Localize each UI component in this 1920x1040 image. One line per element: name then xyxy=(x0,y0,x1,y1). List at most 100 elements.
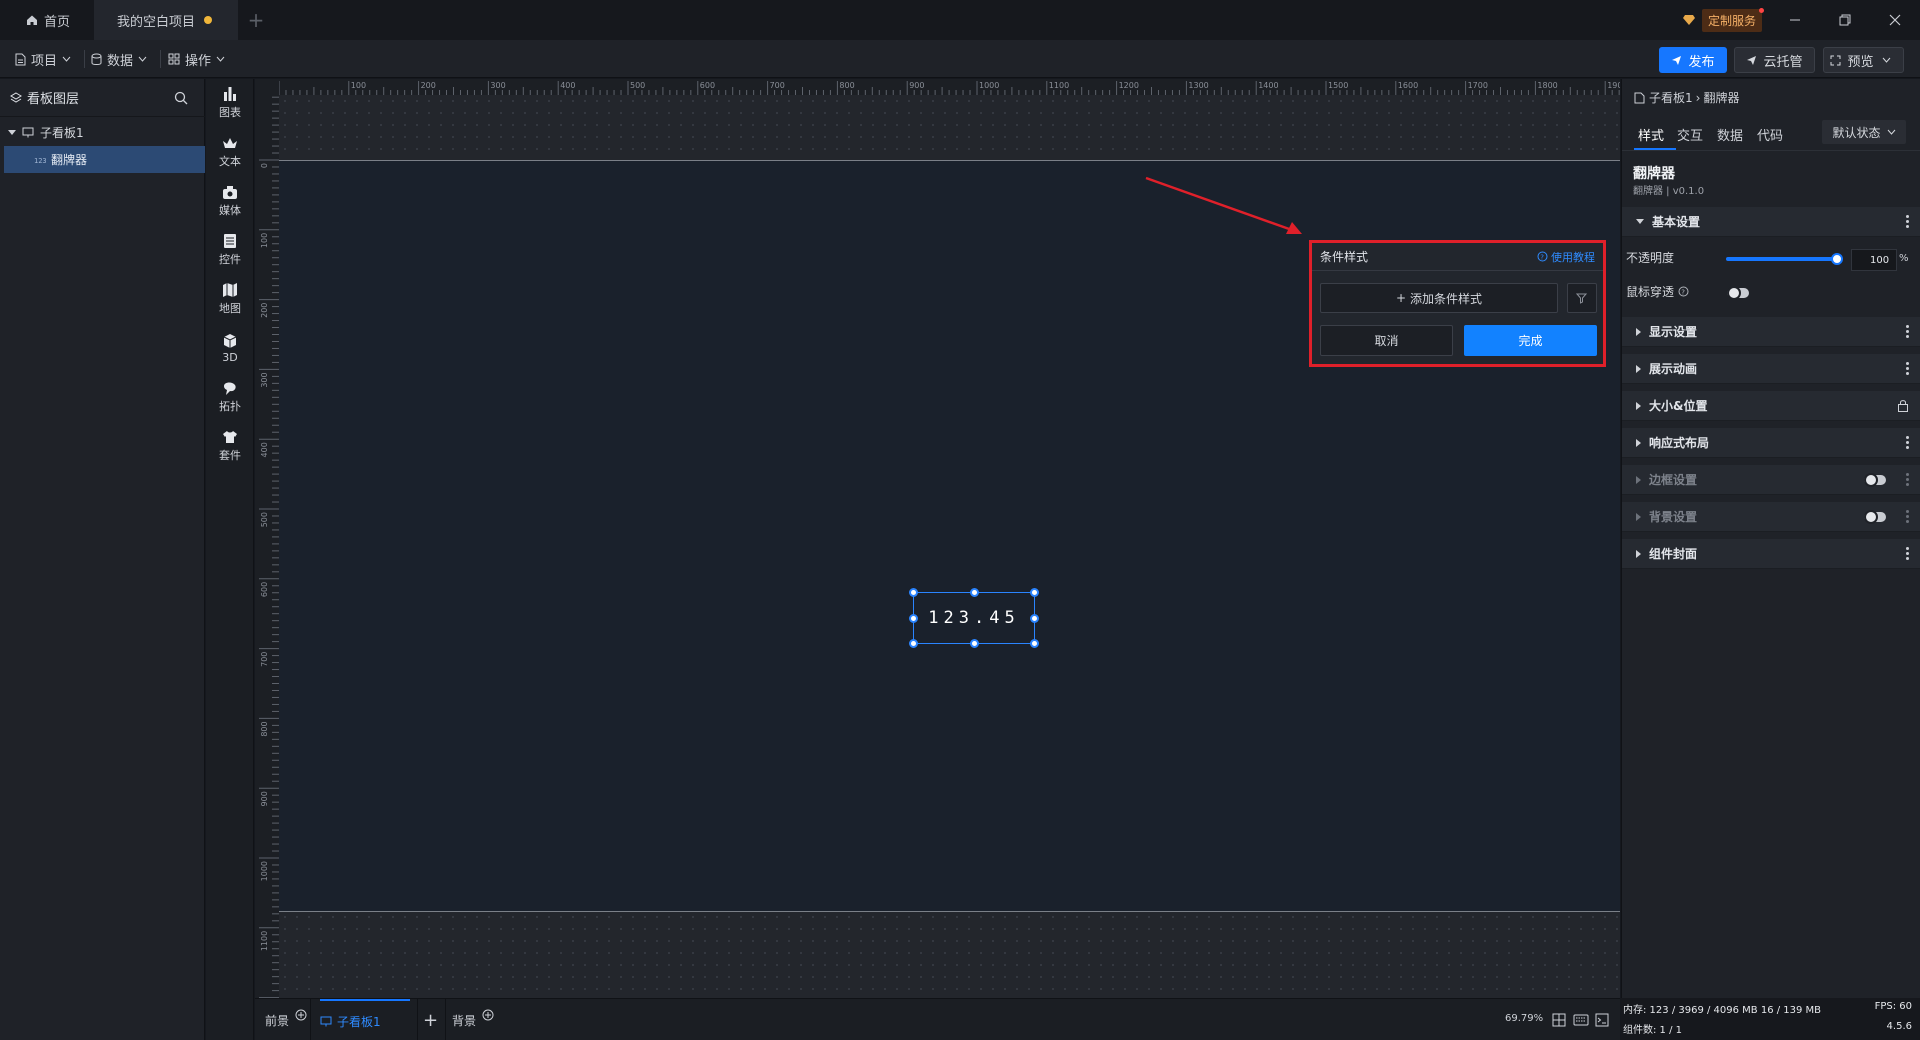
section-border[interactable]: 边框设置 xyxy=(1622,465,1920,495)
section-basic[interactable]: 基本设置 xyxy=(1622,207,1920,237)
tab-background[interactable]: 背景 xyxy=(452,999,494,1040)
caret-right-icon xyxy=(1636,475,1641,484)
ruler-tick-label: 1300 xyxy=(1188,81,1208,90)
clear-filter-button[interactable] xyxy=(1567,283,1597,313)
library-item-topology[interactable]: 拓扑 xyxy=(206,373,254,421)
condition-style-popover: 条件样式 ? 使用教程 + 添加条件样式 取消 完成 xyxy=(1309,240,1606,367)
more-icon[interactable] xyxy=(1906,325,1909,338)
breadcrumb-parent[interactable]: 子看板1 xyxy=(1649,89,1693,106)
section-responsive[interactable]: 响应式布局 xyxy=(1622,428,1920,458)
ruler-tick-label: 900 xyxy=(260,791,269,806)
popover-header: 条件样式 ? 使用教程 xyxy=(1312,243,1603,271)
library-item-text[interactable]: 文本 xyxy=(206,128,254,176)
border-toggle[interactable] xyxy=(1864,473,1886,487)
media-icon xyxy=(223,186,237,199)
opacity-slider[interactable] xyxy=(1726,257,1838,261)
tab-interaction[interactable]: 交互 xyxy=(1677,125,1703,144)
resize-handle[interactable] xyxy=(909,588,918,597)
canvas-area[interactable]: 100 200 300 400 500 600 700 800 900 1000 1100 1200 1… xyxy=(255,79,1620,998)
more-icon[interactable] xyxy=(1906,362,1909,375)
ruler-tick-label: 200 xyxy=(421,81,436,90)
done-button[interactable]: 完成 xyxy=(1464,325,1597,356)
tab-foreground[interactable]: 前景 xyxy=(265,999,307,1040)
resize-handle[interactable] xyxy=(1030,639,1039,648)
grid-icon xyxy=(168,53,180,65)
menu-project[interactable]: 项目 xyxy=(14,49,76,69)
preview-button[interactable]: 预览 xyxy=(1823,47,1904,73)
search-icon[interactable] xyxy=(174,91,188,105)
custom-service-button[interactable]: 定制服务 xyxy=(1678,7,1768,32)
cloud-hosting-button[interactable]: 云托管 xyxy=(1734,47,1815,73)
keyboard-icon[interactable] xyxy=(1573,1013,1589,1027)
ruler-tick-label: 700 xyxy=(260,652,269,667)
close-button[interactable] xyxy=(1870,0,1920,40)
restore-button[interactable] xyxy=(1820,0,1870,40)
library-item-chart[interactable]: 图表 xyxy=(206,79,254,127)
section-size-position[interactable]: 大小&位置 xyxy=(1622,391,1920,421)
more-icon[interactable] xyxy=(1906,547,1909,560)
resize-handle[interactable] xyxy=(970,588,979,597)
tab-code[interactable]: 代码 xyxy=(1757,125,1783,144)
popover-title: 条件样式 xyxy=(1320,250,1369,264)
add-circle-icon[interactable] xyxy=(482,1009,494,1021)
layer-item-flipper[interactable]: 123 翻牌器 xyxy=(4,146,205,173)
cancel-button[interactable]: 取消 xyxy=(1320,325,1453,356)
publish-button[interactable]: 发布 xyxy=(1659,47,1727,73)
menu-data[interactable]: 数据 xyxy=(91,49,152,69)
zoom-level[interactable]: 69.79% xyxy=(1505,1013,1543,1024)
flipper-widget[interactable]: 123.45 xyxy=(909,588,1039,648)
fit-screen-icon[interactable] xyxy=(1552,1013,1566,1027)
menu-operate-label: 操作 xyxy=(185,53,212,69)
background-toggle[interactable] xyxy=(1864,510,1886,524)
library-item-control[interactable]: 控件 xyxy=(206,226,254,274)
more-icon[interactable] xyxy=(1906,510,1909,523)
tab-board[interactable]: 子看板1 xyxy=(320,999,410,1040)
opacity-input[interactable]: 100 xyxy=(1851,249,1897,271)
add-tab-button[interactable]: + xyxy=(246,0,266,40)
state-select[interactable]: 默认状态 xyxy=(1822,120,1906,144)
help-icon[interactable]: ? xyxy=(1678,286,1689,297)
resize-handle[interactable] xyxy=(1030,588,1039,597)
resize-handle[interactable] xyxy=(909,614,918,623)
layers-title: 看板图层 xyxy=(27,92,80,107)
add-circle-icon[interactable] xyxy=(295,1009,307,1021)
library-item-kit[interactable]: 套件 xyxy=(206,422,254,470)
vertical-ruler[interactable]: 0 100 200 300 400 500 600 700 800 900 1000 1100 xyxy=(255,95,279,998)
section-cover[interactable]: 组件封面 xyxy=(1622,539,1920,569)
mouse-through-toggle[interactable] xyxy=(1727,286,1749,300)
section-display[interactable]: 显示设置 xyxy=(1622,317,1920,347)
horizontal-ruler[interactable]: 100 200 300 400 500 600 700 800 900 1000 1100 1200 1… xyxy=(279,79,1620,95)
tab-style[interactable]: 样式 xyxy=(1638,125,1664,144)
section-label: 基本设置 xyxy=(1652,215,1701,229)
kit-icon xyxy=(223,431,237,443)
caret-right-icon xyxy=(1636,549,1641,558)
tab-project[interactable]: 我的空白项目 xyxy=(94,0,238,40)
more-icon[interactable] xyxy=(1906,215,1909,228)
more-icon[interactable] xyxy=(1906,473,1909,486)
library-item-map[interactable]: 地图 xyxy=(206,275,254,323)
library-item-media[interactable]: 媒体 xyxy=(206,177,254,225)
resize-handle[interactable] xyxy=(909,639,918,648)
fps-status: FPS: 60 xyxy=(1874,1001,1912,1012)
add-board-button[interactable]: + xyxy=(423,999,438,1040)
terminal-icon[interactable] xyxy=(1595,1013,1609,1027)
resize-handle[interactable] xyxy=(1030,614,1039,623)
layer-item-board[interactable]: 子看板1 xyxy=(4,119,205,146)
tab-data[interactable]: 数据 xyxy=(1717,125,1743,144)
caret-right-icon xyxy=(1636,512,1641,521)
menu-operate[interactable]: 操作 xyxy=(168,49,230,69)
tab-home[interactable]: 首页 xyxy=(0,0,94,40)
library-item-3d[interactable]: 3D xyxy=(206,324,254,372)
minimize-button[interactable] xyxy=(1770,0,1820,40)
bar-chart-icon xyxy=(224,87,236,101)
lock-icon[interactable] xyxy=(1897,399,1909,412)
ruler-tick-label: 1000 xyxy=(260,861,269,881)
flipper-value: 123.45 xyxy=(928,608,1020,628)
tutorial-link[interactable]: ? 使用教程 xyxy=(1537,249,1595,265)
more-icon[interactable] xyxy=(1906,436,1909,449)
resize-handle[interactable] xyxy=(970,639,979,648)
opacity-slider-thumb[interactable] xyxy=(1831,253,1843,265)
section-background[interactable]: 背景设置 xyxy=(1622,502,1920,532)
section-animation[interactable]: 展示动画 xyxy=(1622,354,1920,384)
add-condition-button[interactable]: + 添加条件样式 xyxy=(1320,283,1558,313)
